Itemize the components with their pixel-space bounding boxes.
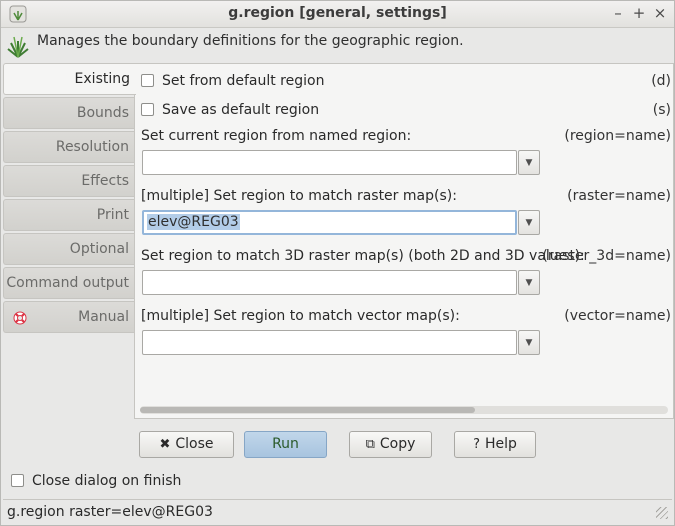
scrollbar-thumb[interactable] [140,407,475,413]
raster-input-value: elev@REG03 [147,214,240,230]
raster-3d-dropdown-button[interactable]: ▼ [518,270,540,295]
save-default-label: Save as default region [162,102,320,118]
close-on-finish-checkbox[interactable]: Close dialog on finish [11,473,181,489]
tab-optional[interactable]: Optional [3,233,135,265]
minimize-button[interactable]: – [609,4,627,22]
tab-label: Manual [78,309,129,325]
raster-3d-input[interactable] [142,270,517,295]
help-button[interactable]: ? Help [454,431,536,458]
tab-label: Command output [6,275,129,291]
tab-label: Optional [69,241,129,257]
copy-button[interactable]: ⧉ Copy [349,431,432,458]
region-name-label: Set current region from named region: [141,128,412,144]
tab-label: Print [96,207,129,223]
tab-label: Bounds [76,105,129,121]
tab-bounds[interactable]: Bounds [3,97,135,129]
vector-dropdown-button[interactable]: ▼ [518,330,540,355]
help-button-label: Help [484,436,517,452]
g-region-dialog: g.region [general, settings] – + × Manag… [0,0,675,526]
window-title: g.region [general, settings] [228,5,447,21]
raster-3d-param: (raster_3d=name) [542,248,671,264]
tab-effects[interactable]: Effects [3,165,135,197]
checkbox-box[interactable] [11,474,24,487]
tab-existing[interactable]: Existing [3,63,136,95]
vector-param: (vector=name) [564,308,671,324]
tab-print[interactable]: Print [3,199,135,231]
close-on-finish-label: Close dialog on finish [32,473,182,489]
resize-grip-icon[interactable] [656,507,668,519]
default-region-label: Set from default region [162,73,325,89]
lifebuoy-icon [13,311,27,325]
module-description: Manages the boundary definitions for the… [37,33,464,49]
run-button-label: Run [272,436,299,452]
close-icon: ✖ [159,437,171,452]
vector-label: [multiple] Set region to match vector ma… [141,308,460,324]
raster-3d-label: Set region to match 3D raster map(s) (bo… [141,248,585,264]
tab-manual[interactable]: Manual [3,301,135,333]
horizontal-scrollbar[interactable] [140,406,668,414]
maximize-button[interactable]: + [630,4,648,22]
title-bar: g.region [general, settings] – + × [1,1,674,28]
raster-param: (raster=name) [567,188,671,204]
close-button-label: Close [175,436,214,452]
default-region-checkbox[interactable]: Set from default region [141,73,324,89]
tab-list: Existing Bounds Resolution Effects Print… [3,63,136,335]
raster-label: [multiple] Set region to match raster ma… [141,188,457,204]
save-default-checkbox[interactable]: Save as default region [141,102,319,118]
copy-icon: ⧉ [365,437,375,452]
status-bar: g.region raster=elev@REG03 [3,499,672,523]
close-window-button[interactable]: × [651,4,669,22]
checkbox-box[interactable] [141,74,154,87]
tab-command-output[interactable]: Command output [3,267,135,299]
region-name-input[interactable] [142,150,517,175]
tab-label: Resolution [55,139,129,155]
existing-panel: Set from default region (d) Save as defa… [134,63,674,419]
tab-resolution[interactable]: Resolution [3,131,135,163]
raster-dropdown-button[interactable]: ▼ [518,210,540,235]
copy-button-label: Copy [379,436,416,452]
save-default-flag: (s) [652,102,671,118]
help-icon: ? [473,437,480,452]
region-name-dropdown-button[interactable]: ▼ [518,150,540,175]
grass-logo-icon [7,36,29,58]
command-preview: g.region raster=elev@REG03 [7,504,213,520]
run-button[interactable]: Run [244,431,327,458]
checkbox-box[interactable] [141,103,154,116]
tab-label: Effects [81,173,129,189]
vector-input[interactable] [142,330,517,355]
close-button[interactable]: ✖ Close [139,431,234,458]
tab-label: Existing [74,71,130,87]
default-region-flag: (d) [651,73,671,89]
raster-input[interactable]: elev@REG03 [142,210,517,235]
region-name-param: (region=name) [564,128,671,144]
